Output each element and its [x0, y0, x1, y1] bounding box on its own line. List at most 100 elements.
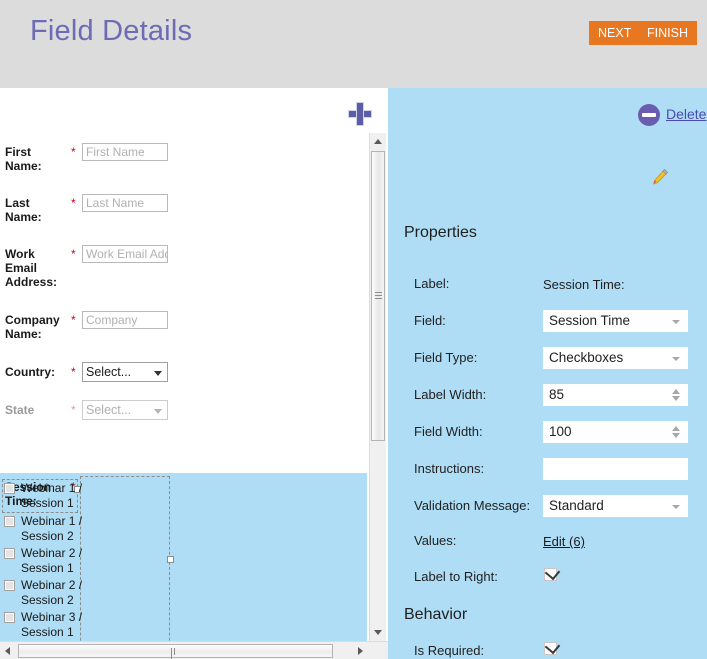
field-width-stepper[interactable]: 100 — [543, 421, 688, 443]
validation-message-value: Standard — [549, 498, 604, 513]
form-field-row[interactable]: Country: * Select... — [0, 362, 367, 388]
is-required-checkbox[interactable] — [544, 638, 561, 655]
property-caption: Field: — [414, 313, 446, 328]
checkbox-icon[interactable] — [4, 612, 15, 623]
work-email-input[interactable]: Work Email Addr — [82, 245, 168, 263]
property-caption: Label to Right: — [414, 569, 498, 584]
finish-button[interactable]: FINISH — [638, 21, 697, 45]
checkbox-option[interactable]: Webinar 1 / Session 1 — [4, 481, 88, 512]
country-select-value: Select... — [86, 365, 132, 379]
label-value: Session Time: — [543, 277, 625, 292]
scroll-right-arrow-icon[interactable] — [352, 643, 369, 659]
country-select[interactable]: Select... — [82, 362, 168, 382]
property-row-field: Field: Session Time — [388, 310, 707, 336]
checkbox-icon[interactable] — [4, 483, 15, 494]
property-caption: Values: — [414, 533, 457, 548]
property-caption: Validation Message: — [414, 498, 531, 513]
required-asterisk: * — [71, 365, 76, 379]
edit-values-link[interactable]: Edit (6) — [543, 533, 585, 551]
state-select[interactable]: Select... — [82, 400, 168, 420]
content-area: First Name: * First Name Last Name: * La… — [0, 88, 707, 659]
property-row-label: Label: Session Time: — [388, 276, 707, 302]
form-canvas: First Name: * First Name Last Name: * La… — [0, 133, 367, 641]
field-select[interactable]: Session Time — [543, 310, 688, 332]
checkbox-option-label: Webinar 3 / Session 1 — [21, 610, 83, 639]
property-caption: Is Required: — [414, 643, 485, 658]
pencil-icon[interactable] — [651, 168, 669, 186]
chevron-down-icon — [672, 320, 680, 324]
first-name-input[interactable]: First Name — [82, 143, 168, 161]
checkbox-option-label: Webinar 2 / Session 1 — [21, 546, 83, 575]
vertical-scrollbar[interactable] — [369, 133, 386, 641]
field-width-value: 100 — [549, 424, 572, 439]
form-field-row[interactable]: Last Name: * Last Name — [0, 194, 367, 230]
property-row-instructions: Instructions: — [388, 458, 707, 484]
field-label: Country: — [5, 365, 55, 379]
form-field-row[interactable]: Work Email Address: * Work Email Addr — [0, 245, 367, 295]
plus-icon-vertical-bar — [356, 102, 364, 126]
scroll-up-arrow-icon[interactable] — [370, 133, 386, 150]
checkbox-icon[interactable] — [4, 516, 15, 527]
checkbox-icon[interactable] — [4, 548, 15, 559]
field-label: Last Name: — [5, 196, 42, 224]
company-name-input[interactable]: Company — [82, 311, 168, 329]
stepper-down-icon[interactable] — [672, 433, 680, 438]
behavior-heading: Behavior — [404, 606, 468, 623]
property-row-field-type: Field Type: Checkboxes — [388, 347, 707, 373]
last-name-input[interactable]: Last Name — [82, 194, 168, 212]
properties-heading: Properties — [404, 224, 477, 241]
instructions-input[interactable] — [543, 458, 688, 480]
field-type-select[interactable]: Checkboxes — [543, 347, 688, 369]
delete-link[interactable]: Delete — [666, 106, 706, 122]
property-caption: Instructions: — [414, 461, 485, 476]
scrollbar-grip-icon — [375, 292, 382, 299]
stepper-up-icon[interactable] — [672, 389, 680, 394]
minus-circle-icon[interactable] — [638, 104, 660, 126]
page-title: Field Details — [30, 15, 193, 47]
vertical-scrollbar-thumb[interactable] — [371, 151, 385, 441]
scroll-down-arrow-icon[interactable] — [370, 624, 386, 641]
checkbox-option[interactable]: Webinar 2 / Session 1 — [4, 546, 88, 577]
form-field-row[interactable]: State * Select... — [0, 400, 367, 426]
property-caption: Field Type: — [414, 350, 478, 365]
field-label: First Name: — [5, 145, 42, 173]
plus-icon[interactable] — [347, 101, 373, 127]
required-asterisk: * — [71, 403, 76, 417]
next-button[interactable]: NEXT — [589, 21, 641, 45]
selected-field-session-time[interactable]: Session Time: * Webinar 1 / Session 1 We… — [0, 473, 367, 641]
property-caption: Field Width: — [414, 424, 483, 439]
state-select-value: Select... — [86, 403, 132, 417]
form-designer-panel: First Name: * First Name Last Name: * La… — [0, 88, 388, 659]
scroll-left-arrow-icon[interactable] — [0, 643, 17, 659]
horizontal-scrollbar-thumb[interactable] — [18, 644, 333, 659]
stepper-up-icon[interactable] — [672, 426, 680, 431]
resize-handle[interactable] — [167, 556, 174, 563]
label-width-stepper[interactable]: 85 — [543, 384, 688, 406]
chevron-down-icon — [154, 409, 162, 414]
checkbox-option[interactable]: Webinar 2 / Session 2 — [4, 578, 88, 609]
validation-message-select[interactable]: Standard — [543, 495, 688, 517]
checkbox-option-label: Webinar 2 / Session 2 — [21, 578, 83, 607]
checkbox-option[interactable]: Webinar 3 / Session 1 — [4, 610, 88, 641]
form-field-row[interactable]: First Name: * First Name — [0, 143, 367, 179]
checkbox-option[interactable]: Webinar 1 / Session 2 — [4, 514, 88, 545]
label-width-value: 85 — [549, 387, 565, 402]
label-to-right-checkbox[interactable] — [544, 564, 561, 581]
property-row-field-width: Field Width: 100 — [388, 421, 707, 447]
form-field-row[interactable]: Company Name: * Company — [0, 311, 367, 347]
scrollbar-grip-icon — [171, 648, 179, 659]
property-row-validation-message: Validation Message: Standard — [388, 495, 707, 521]
property-row-label-width: Label Width: 85 — [388, 384, 707, 410]
checkbox-icon[interactable] — [4, 580, 15, 591]
page-header: Field Details NEXT FINISH — [0, 0, 707, 88]
checkbox-option-label: Webinar 1 / Session 2 — [21, 514, 83, 543]
stepper-down-icon[interactable] — [672, 396, 680, 401]
property-row-label-to-right: Label to Right: — [388, 564, 707, 595]
property-caption: Label Width: — [414, 387, 487, 402]
required-asterisk: * — [71, 145, 76, 159]
field-label: Company Name: — [5, 313, 60, 341]
field-select-value: Session Time — [549, 313, 631, 328]
required-asterisk: * — [71, 313, 76, 327]
horizontal-scrollbar[interactable] — [0, 641, 388, 659]
field-label: State — [5, 403, 35, 417]
